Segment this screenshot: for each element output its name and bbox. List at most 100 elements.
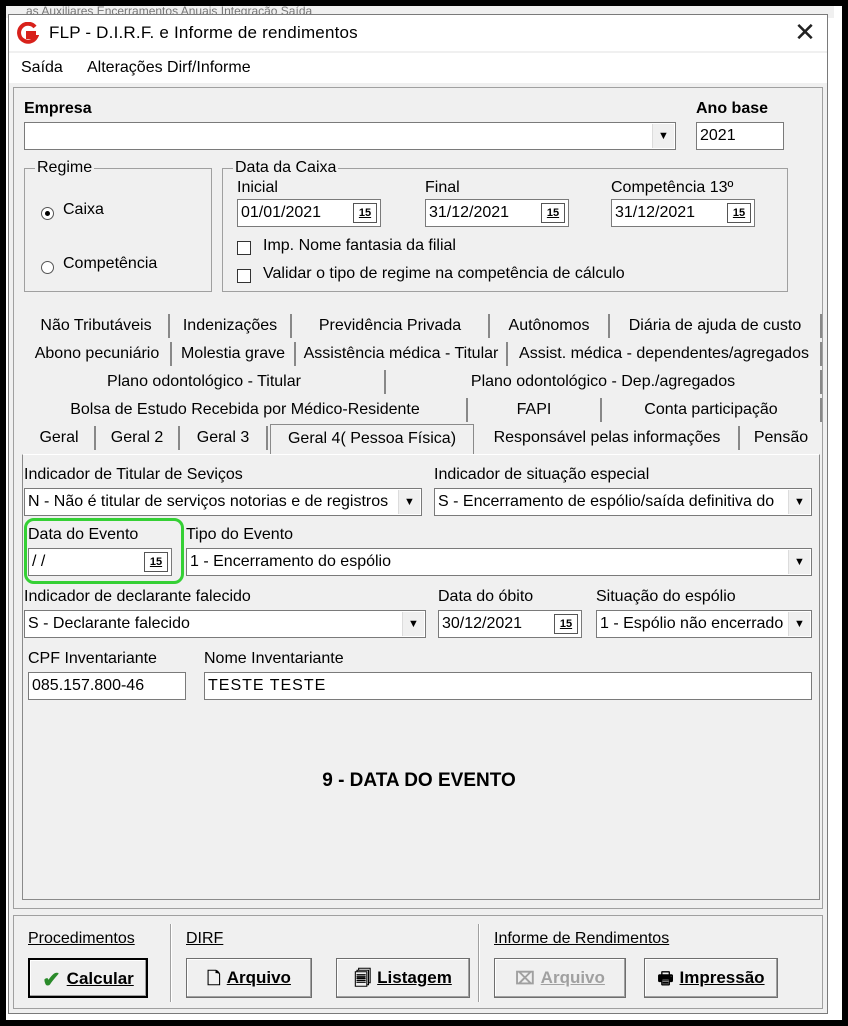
calendar-icon[interactable]: 15 bbox=[353, 203, 377, 223]
data-obito-input[interactable]: 30/12/2021 15 bbox=[438, 610, 582, 638]
ind-situacao-label: Indicador de situação especial bbox=[434, 466, 650, 483]
window-title: FLP - D.I.R.F. e Informe de rendimentos bbox=[49, 23, 358, 42]
close-button[interactable]: ✕ bbox=[791, 19, 819, 47]
printer-icon: 🖶 bbox=[657, 968, 674, 988]
tab-conta-participacao[interactable]: Conta participação bbox=[602, 398, 822, 422]
nome-input[interactable]: TESTE TESTE bbox=[204, 672, 812, 700]
cpf-label: CPF Inventariante bbox=[28, 650, 157, 667]
separator bbox=[478, 924, 480, 1002]
tab-autonomos[interactable]: Autônomos bbox=[490, 314, 610, 338]
chevron-down-icon[interactable]: ▼ bbox=[398, 490, 420, 514]
tab-bolsa-estudo[interactable]: Bolsa de Estudo Recebida por Médico-Resi… bbox=[24, 398, 468, 422]
inicial-label: Inicial bbox=[237, 179, 278, 196]
tipo-evento-value: 1 - Encerramento do espólio bbox=[190, 553, 391, 570]
final-date-input[interactable]: 31/12/2021 15 bbox=[425, 199, 569, 227]
checkbox-validar[interactable] bbox=[237, 269, 251, 283]
tab-geral-2[interactable]: Geral 2 bbox=[96, 426, 180, 450]
comp13-date-input[interactable]: 31/12/2021 15 bbox=[611, 199, 755, 227]
tab-odonto-titular[interactable]: Plano odontológico - Titular bbox=[24, 370, 386, 394]
tab-assist-dependentes[interactable]: Assist. médica - dependentes/agregados bbox=[508, 342, 822, 366]
menu-saida[interactable]: Saída bbox=[21, 59, 63, 77]
tab-previdencia-privada[interactable]: Previdência Privada bbox=[292, 314, 490, 338]
list-icon: 🗐 bbox=[354, 968, 372, 988]
data-obito-label: Data do óbito bbox=[438, 588, 534, 605]
calendar-icon[interactable]: 15 bbox=[727, 203, 751, 223]
ind-falecido-value: S - Declarante falecido bbox=[28, 615, 190, 632]
ind-situacao-value: S - Encerramento de espólio/saída defini… bbox=[438, 493, 775, 510]
impressao-button[interactable]: 🖶 Impressão bbox=[644, 958, 778, 998]
tipo-evento-combo[interactable]: 1 - Encerramento do espólio ▼ bbox=[186, 548, 812, 576]
final-date-value: 31/12/2021 bbox=[429, 204, 510, 221]
chevron-down-icon[interactable]: ▼ bbox=[788, 490, 810, 514]
radio-competencia-label: Competência bbox=[63, 255, 158, 272]
tipo-evento-label: Tipo do Evento bbox=[186, 526, 294, 543]
document-icon: 🗋 bbox=[207, 968, 221, 988]
nome-value: TESTE TESTE bbox=[208, 677, 327, 694]
tab-pensao[interactable]: Pensão bbox=[740, 426, 822, 450]
data-caixa-group: Data da Caixa Inicial 01/01/2021 15 Fina… bbox=[222, 159, 788, 292]
nome-fantasia-label: Imp. Nome fantasia da filial bbox=[263, 237, 456, 254]
ano-base-value: 2021 bbox=[700, 127, 736, 144]
calendar-icon[interactable]: 15 bbox=[144, 552, 168, 572]
chevron-down-icon[interactable]: ▼ bbox=[402, 612, 424, 636]
informe-label: Informe de Rendimentos bbox=[494, 930, 670, 947]
radio-caixa[interactable] bbox=[41, 207, 54, 220]
data-evento-input[interactable]: / / 15 bbox=[28, 548, 172, 576]
radio-caixa-label: Caixa bbox=[63, 201, 104, 218]
main-panel: Empresa ▼ Ano base 2021 Regime Caixa Com… bbox=[13, 87, 823, 909]
cpf-input[interactable]: 085.157.800-46 bbox=[28, 672, 186, 700]
empresa-label: Empresa bbox=[24, 100, 92, 117]
check-icon: ✔ bbox=[42, 966, 61, 992]
empresa-combo[interactable]: ▼ bbox=[24, 122, 676, 150]
tab-geral-3[interactable]: Geral 3 bbox=[180, 426, 268, 450]
app-logo-icon bbox=[17, 22, 39, 44]
impressao-label: Impressão bbox=[679, 968, 765, 987]
menu-bar: Saída Alterações Dirf/Informe bbox=[9, 53, 827, 83]
arquivo-informe-button[interactable]: ⌧ Arquivo bbox=[494, 958, 626, 998]
tab-diaria-ajuda-custo[interactable]: Diária de ajuda de custo bbox=[610, 314, 822, 338]
tab-molestia-grave[interactable]: Molestia grave bbox=[172, 342, 296, 366]
annotation-caption: 9 - DATA DO EVENTO bbox=[322, 770, 516, 791]
calendar-icon[interactable]: 15 bbox=[554, 614, 578, 634]
chevron-down-icon[interactable]: ▼ bbox=[788, 612, 810, 636]
procedimentos-label: Procedimentos bbox=[28, 930, 135, 947]
data-evento-label: Data do Evento bbox=[28, 526, 139, 543]
ano-base-input[interactable]: 2021 bbox=[696, 122, 784, 150]
tab-geral[interactable]: Geral bbox=[24, 426, 96, 450]
tab-responsavel[interactable]: Responsável pelas informações bbox=[476, 426, 740, 450]
data-evento-value: / / bbox=[32, 553, 46, 570]
tab-odonto-dependentes[interactable]: Plano odontológico - Dep./agregados bbox=[386, 370, 822, 394]
radio-competencia[interactable] bbox=[41, 261, 54, 274]
calendar-icon[interactable]: 15 bbox=[541, 203, 565, 223]
listagem-label: Listagem bbox=[377, 968, 452, 987]
tab-abono-pecuniario[interactable]: Abono pecuniário bbox=[24, 342, 172, 366]
calcular-button[interactable]: ✔ Calcular bbox=[28, 958, 148, 998]
ind-falecido-combo[interactable]: S - Declarante falecido ▼ bbox=[24, 610, 426, 638]
ind-titular-combo[interactable]: N - Não é titular de serviços notorias e… bbox=[24, 488, 422, 516]
data-obito-value: 30/12/2021 bbox=[442, 615, 523, 632]
situacao-espolio-label: Situação do espólio bbox=[596, 588, 736, 605]
arquivo-dirf-label: Arquivo bbox=[226, 968, 291, 987]
validar-label: Validar o tipo de regime na competência … bbox=[263, 265, 625, 282]
tab-nao-tributaveis[interactable]: Não Tributáveis bbox=[24, 314, 170, 338]
inicial-date-input[interactable]: 01/01/2021 15 bbox=[237, 199, 381, 227]
arquivo-informe-label: Arquivo bbox=[540, 968, 605, 987]
comp13-label: Competência 13º bbox=[611, 179, 734, 196]
calcular-label: Calcular bbox=[66, 969, 134, 988]
tab-indenizacoes[interactable]: Indenizações bbox=[170, 314, 292, 338]
chevron-down-icon[interactable]: ▼ bbox=[652, 124, 674, 148]
ind-situacao-combo[interactable]: S - Encerramento de espólio/saída defini… bbox=[434, 488, 812, 516]
tab-geral-4[interactable]: Geral 4( Pessoa Física) bbox=[270, 424, 474, 454]
title-bar: FLP - D.I.R.F. e Informe de rendimentos … bbox=[9, 15, 827, 51]
listagem-button[interactable]: 🗐 Listagem bbox=[336, 958, 470, 998]
checkbox-nome-fantasia[interactable] bbox=[237, 241, 251, 255]
situacao-espolio-combo[interactable]: 1 - Espólio não encerrado ▼ bbox=[596, 610, 812, 638]
chevron-down-icon[interactable]: ▼ bbox=[788, 550, 810, 574]
actions-panel: Procedimentos DIRF Informe de Rendimento… bbox=[13, 915, 823, 1009]
tab-assistencia-titular[interactable]: Assistência médica - Titular bbox=[296, 342, 508, 366]
arquivo-dirf-button[interactable]: 🗋 Arquivo bbox=[186, 958, 312, 998]
tab-fapi[interactable]: FAPI bbox=[468, 398, 602, 422]
menu-alteracoes[interactable]: Alterações Dirf/Informe bbox=[87, 59, 251, 77]
data-caixa-caption: Data da Caixa bbox=[233, 159, 339, 177]
nome-label: Nome Inventariante bbox=[204, 650, 344, 667]
